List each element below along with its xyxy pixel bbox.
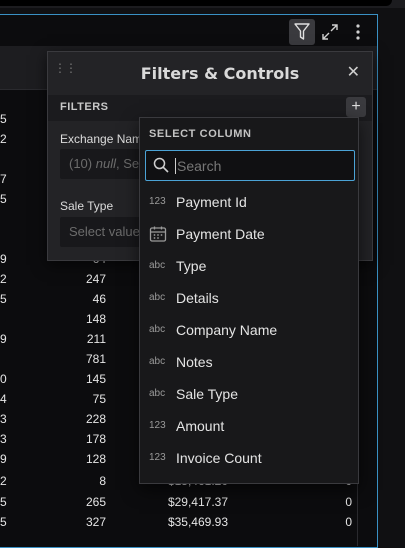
table-cell-amt: $29,417.37 xyxy=(167,495,228,509)
table-cell-qty: 265 xyxy=(85,495,106,509)
dropdown-heading: SELECT COLUMN xyxy=(149,128,252,140)
table-cell-lead: 4 xyxy=(0,392,7,406)
table-cell-lead: 2 xyxy=(0,132,7,146)
text-caret xyxy=(175,158,176,174)
column-option-label: Payment Date xyxy=(176,226,265,242)
table-cell-lead: 3 xyxy=(0,432,7,446)
more-button[interactable] xyxy=(345,19,371,45)
table-cell-lead: 9 xyxy=(0,252,7,266)
type-number-icon: 123 xyxy=(149,420,166,431)
column-option[interactable]: abc Sale Type xyxy=(140,378,358,410)
table-cell-lead: 5 xyxy=(0,192,7,206)
type-text-icon: abc xyxy=(149,388,166,399)
panel-title: Filters & Controls xyxy=(140,64,300,83)
table-cell-qty: 247 xyxy=(85,272,106,286)
column-option-label: Type xyxy=(176,258,207,274)
table-cell-amt: $35,469.93 xyxy=(167,515,228,529)
column-option-partial[interactable]: 123 xyxy=(140,474,358,483)
search-icon xyxy=(153,157,169,173)
table-cell-lead: 3 xyxy=(0,412,7,426)
column-option-label: Details xyxy=(176,290,219,306)
table-cell-lead: 5 xyxy=(0,292,7,306)
table-cell-qty: 781 xyxy=(85,352,106,366)
table-cell-qty: 46 xyxy=(92,292,106,306)
filter-count: (10) xyxy=(69,156,96,171)
column-option-label: Amount xyxy=(176,418,225,434)
add-filter-button[interactable]: + xyxy=(346,97,366,117)
table-cell-lead: 9 xyxy=(0,452,7,466)
table-cell-qty: 145 xyxy=(85,372,106,386)
table-cell-qty: 211 xyxy=(86,332,106,346)
table-row[interactable]: 5 265 $29,417.37 0 xyxy=(0,495,377,515)
table-cell-qty: 75 xyxy=(92,392,106,406)
table-cell-zero: 0 xyxy=(345,515,352,529)
type-text-icon: abc xyxy=(149,260,166,271)
filter-button[interactable] xyxy=(289,19,315,45)
table-cell-zero: 0 xyxy=(345,495,352,509)
column-option-label: Company Name xyxy=(176,322,278,338)
filter-exchange-name-label: Exchange Name xyxy=(60,132,149,146)
table-cell-lead: 5 xyxy=(0,515,7,529)
panel-header: ⋮⋮ Filters & Controls ✕ xyxy=(48,52,372,94)
table-cell-qty: 228 xyxy=(85,412,106,426)
column-option-label: Payment Id xyxy=(176,194,247,210)
table-cell-qty: 128 xyxy=(85,452,106,466)
table-cell-lead: 9 xyxy=(0,332,7,346)
table-cell-lead: 0 xyxy=(0,372,7,386)
table-cell-lead: 7 xyxy=(0,172,7,186)
column-option[interactable]: abc Company Name xyxy=(140,314,358,346)
type-text-icon: abc xyxy=(149,324,166,335)
column-option-label: Sale Type xyxy=(176,386,239,402)
table-cell-qty: 8 xyxy=(99,474,106,488)
column-option[interactable]: 123 Payment Id xyxy=(140,186,358,218)
column-option[interactable]: abc Type xyxy=(140,250,358,282)
funnel-icon xyxy=(294,23,310,40)
search-placeholder: Search xyxy=(177,158,222,174)
table-cell-lead: 2 xyxy=(0,272,7,286)
table-cell-lead: 2 xyxy=(0,474,7,488)
column-option[interactable]: abc Details xyxy=(140,282,358,314)
column-option-label: Invoice Count xyxy=(176,450,262,466)
column-search-input[interactable]: Search xyxy=(145,150,355,181)
filters-label: FILTERS xyxy=(60,101,109,113)
filter-sale-type-label: Sale Type xyxy=(60,199,114,213)
column-option[interactable]: 123 Amount xyxy=(140,410,358,442)
expand-icon xyxy=(322,24,338,40)
column-option[interactable]: 123 Invoice Count xyxy=(140,442,358,474)
type-number-icon: 123 xyxy=(149,196,166,207)
column-option[interactable]: Payment Date xyxy=(140,218,358,250)
expand-button[interactable] xyxy=(317,19,343,45)
widget-toolbar xyxy=(289,19,371,45)
type-number-icon: 123 xyxy=(149,452,166,463)
type-text-icon: abc xyxy=(149,292,166,303)
top-bar xyxy=(0,0,392,6)
table-cell-qty: 327 xyxy=(85,515,106,529)
column-option[interactable]: abc Notes xyxy=(140,346,358,378)
close-icon[interactable]: ✕ xyxy=(347,62,360,82)
table-cell-lead: 5 xyxy=(0,495,7,509)
table-cell-qty: 148 xyxy=(85,312,106,326)
table-row[interactable]: 5 327 $35,469.93 0 xyxy=(0,515,377,535)
type-text-icon: abc xyxy=(149,356,166,367)
column-option-label: Notes xyxy=(176,354,213,370)
top-strip xyxy=(0,0,405,8)
table-cell-lead: 5 xyxy=(0,112,7,126)
calendar-icon xyxy=(149,226,167,242)
table-cell-qty: 178 xyxy=(85,432,106,446)
filter-null: null xyxy=(95,156,116,171)
more-vertical-icon xyxy=(356,24,360,40)
select-column-dropdown: SELECT COLUMN Search 123 Payment Id Paymen… xyxy=(139,117,359,484)
